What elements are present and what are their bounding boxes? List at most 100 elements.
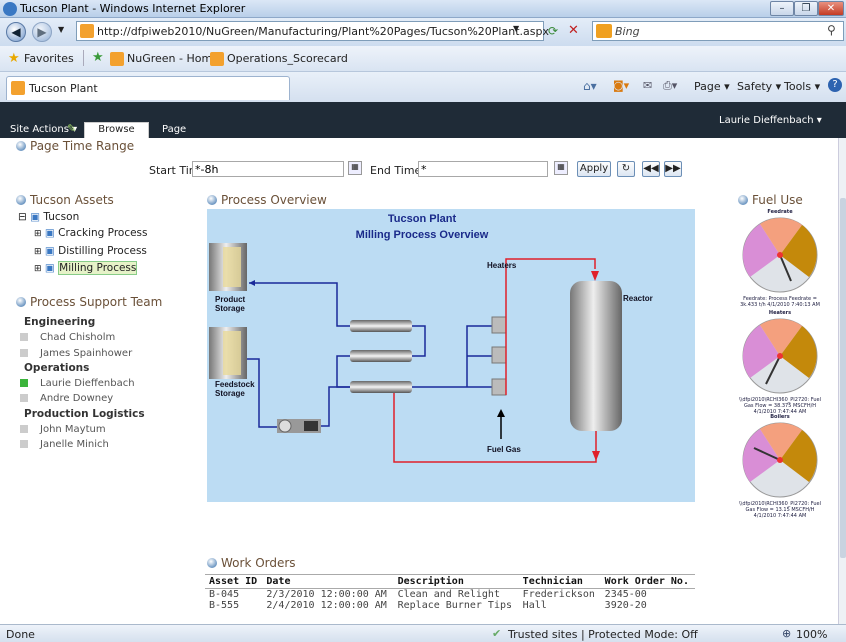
heat-exchanger-3[interactable]: [350, 381, 412, 393]
shift-back-button[interactable]: ◀◀: [642, 161, 660, 177]
diagram-subtitle: Milling Process Overview: [355, 229, 489, 241]
product-storage-label: Product Storage: [215, 295, 246, 313]
page-favicon: [80, 24, 94, 38]
webpart-icon: [16, 141, 26, 151]
favorite-link-scorecard[interactable]: Operations_Scorecard: [227, 52, 348, 65]
shift-forward-button[interactable]: ▶▶: [664, 161, 682, 177]
favorites-star-icon: ★: [8, 51, 20, 66]
webpart-icon: [16, 195, 26, 205]
safety-menu[interactable]: Safety ▾: [737, 80, 781, 93]
refresh-range-button[interactable]: ↻: [617, 161, 635, 177]
page-scrollbar[interactable]: [838, 138, 846, 624]
tree-root-label: Tucson: [43, 211, 80, 223]
process-title: Process Overview: [221, 193, 327, 207]
search-box[interactable]: Bing ⚲: [592, 21, 844, 41]
address-dropdown-icon[interactable]: ▼: [513, 24, 519, 33]
column-header[interactable]: Date: [262, 574, 394, 589]
team-member[interactable]: Andre Downey: [20, 393, 113, 404]
edit-page-icon[interactable]: ✎: [67, 122, 76, 135]
cube-icon: ▣: [44, 262, 55, 274]
print-icon[interactable]: ⎙▾: [663, 79, 677, 93]
zoom-icon[interactable]: ⊕: [782, 627, 791, 640]
end-time-label: End Time: [370, 164, 422, 177]
collapse-icon[interactable]: ⊟: [18, 211, 27, 223]
team-member[interactable]: James Spainhower: [20, 348, 132, 359]
window-title: Tucson Plant - Windows Internet Explorer: [20, 2, 246, 15]
heat-exchanger-2[interactable]: [350, 350, 412, 362]
reactor-vessel[interactable]: [570, 281, 622, 431]
heater-group[interactable]: [491, 316, 507, 396]
tree-root[interactable]: ⊟ ▣ Tucson: [18, 211, 79, 223]
team-member[interactable]: John Maytum: [20, 424, 106, 435]
start-time-input[interactable]: [192, 161, 344, 177]
forward-button[interactable]: ▶: [32, 22, 52, 42]
table-row[interactable]: B-555 2/4/2010 12:00:00 AM Replace Burne…: [205, 600, 695, 611]
start-calendar-icon[interactable]: ▦: [348, 161, 362, 175]
reactor-label: Reactor: [623, 294, 653, 303]
column-header[interactable]: Description: [393, 574, 519, 589]
zoom-level[interactable]: 100%: [796, 628, 827, 641]
favorites-button[interactable]: Favorites: [24, 52, 74, 65]
column-header[interactable]: Technician: [518, 574, 601, 589]
tab-page[interactable]: Page: [162, 124, 186, 135]
end-time-input[interactable]: [418, 161, 548, 177]
add-favorite-icon[interactable]: ★: [92, 50, 104, 65]
team-member[interactable]: Chad Chisholm: [20, 332, 115, 343]
feeds-icon[interactable]: ◙▾: [613, 79, 629, 92]
user-menu[interactable]: Laurie Dieffenbach ▾: [719, 115, 822, 126]
minimize-button[interactable]: –: [770, 1, 794, 16]
column-header[interactable]: Work Order No.: [600, 574, 695, 589]
page-menu[interactable]: Page ▾: [694, 80, 730, 93]
gauge-boilers[interactable]: Boilers \\dfpi2010\RCHI360_PI2720: Fuel …: [736, 414, 824, 519]
window-titlebar: Tucson Plant - Windows Internet Explorer…: [0, 0, 846, 18]
team-member[interactable]: Laurie Dieffenbach: [20, 378, 135, 389]
search-icon[interactable]: ⚲: [827, 23, 836, 37]
table-row[interactable]: B-045 2/3/2010 12:00:00 AM Clean and Rel…: [205, 589, 695, 600]
maximize-button[interactable]: ❐: [794, 1, 818, 16]
tree-item-cracking[interactable]: ⊞ ▣ Cracking Process: [34, 227, 148, 239]
favorites-bar: ★ Favorites ★ NuGreen - Home Operations_…: [0, 46, 846, 72]
column-header[interactable]: Asset ID: [205, 574, 263, 589]
tab-browse[interactable]: Browse: [84, 122, 149, 138]
presence-icon: [20, 349, 28, 357]
gauge-feedrate[interactable]: Feedrate Feedrate: Process Feedrate = 3k…: [736, 209, 824, 308]
expand-icon[interactable]: ⊞: [34, 264, 42, 274]
browser-tab[interactable]: Tucson Plant: [6, 76, 290, 100]
tree-item-distilling[interactable]: ⊞ ▣ Distilling Process: [34, 245, 147, 257]
address-url: http://dfpiweb2010/NuGreen/Manufacturing…: [97, 25, 549, 38]
tools-menu[interactable]: Tools ▾: [784, 80, 820, 93]
table-cell: 3920-20: [604, 600, 647, 611]
help-icon[interactable]: ?: [828, 78, 842, 92]
table-cell: Replace Burner Tips: [397, 600, 512, 611]
tree-item-milling[interactable]: ⊞ ▣ Milling Process: [34, 261, 138, 275]
expand-icon[interactable]: ⊞: [34, 247, 42, 257]
team-member[interactable]: Janelle Minich: [20, 439, 109, 450]
expand-icon[interactable]: ⊞: [34, 229, 42, 239]
stop-icon[interactable]: ✕: [568, 23, 579, 38]
status-bar: Done ✔ Trusted sites | Protected Mode: O…: [0, 624, 846, 642]
mail-icon[interactable]: ✉: [643, 79, 652, 92]
table-cell: 2/3/2010 12:00:00 AM: [266, 589, 387, 600]
assets-title: Tucson Assets: [30, 193, 114, 207]
process-graphic: [209, 243, 622, 463]
heat-exchanger-1[interactable]: [350, 320, 412, 332]
process-header: Process Overview: [207, 193, 327, 207]
refresh-icon[interactable]: ⟳: [548, 24, 558, 38]
favorite-link-nugreen[interactable]: NuGreen - Home: [127, 52, 219, 65]
security-zone[interactable]: Trusted sites | Protected Mode: Off: [508, 628, 698, 641]
back-button[interactable]: ◀: [6, 22, 26, 42]
history-dropdown-icon[interactable]: ▼: [58, 25, 64, 34]
home-icon[interactable]: ⌂▾: [583, 79, 597, 93]
team-title: Process Support Team: [30, 295, 163, 309]
close-button[interactable]: ✕: [818, 1, 844, 16]
webpart-icon: [16, 297, 26, 307]
end-calendar-icon[interactable]: ▦: [554, 161, 568, 175]
gauge-heaters[interactable]: Heaters \\dfpi2010\RCHI360_PI2720: Fuel …: [736, 310, 824, 415]
address-bar[interactable]: http://dfpiweb2010/NuGreen/Manufacturing…: [76, 21, 549, 41]
work-orders-header: Work Orders: [207, 556, 296, 570]
gauge-dial: [742, 422, 818, 498]
scrollbar-thumb[interactable]: [840, 198, 846, 558]
apply-button[interactable]: Apply: [577, 161, 611, 177]
table-cell: Frederickson: [522, 589, 595, 600]
tree-item-label: Cracking Process: [58, 227, 148, 239]
